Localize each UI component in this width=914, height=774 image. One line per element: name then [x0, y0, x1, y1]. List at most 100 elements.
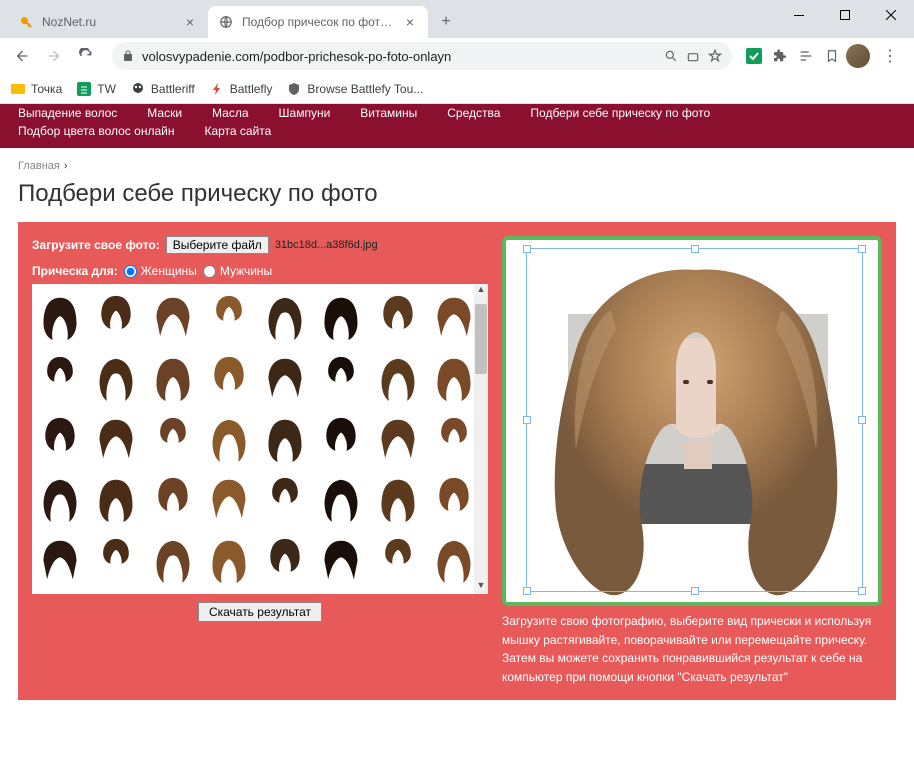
- browser-chrome: NozNet.ru × Подбор причесок по фото онла…: [0, 0, 914, 104]
- download-result-button[interactable]: Скачать результат: [198, 602, 322, 622]
- hairstyle-thumb[interactable]: [317, 349, 365, 407]
- hairstyle-thumb[interactable]: [430, 349, 478, 407]
- resize-handle[interactable]: [691, 587, 699, 595]
- hairstyle-thumb[interactable]: [317, 410, 365, 468]
- hairstyle-thumb[interactable]: [92, 470, 140, 528]
- nav-sitemap[interactable]: Карта сайта: [204, 124, 271, 138]
- hairstyle-thumb[interactable]: [149, 470, 197, 528]
- puzzle-icon[interactable]: [770, 46, 790, 66]
- bookmark-battleriff[interactable]: Battleriff: [130, 81, 195, 97]
- hairstyle-thumb[interactable]: [36, 470, 84, 528]
- resize-handle[interactable]: [523, 245, 531, 253]
- favicon-wrench-icon: [18, 14, 34, 30]
- hairstyle-thumb[interactable]: [317, 531, 365, 589]
- hairstyle-thumb[interactable]: [92, 531, 140, 589]
- nav-color-online[interactable]: Подбор цвета волос онлайн: [18, 124, 174, 138]
- hairstyle-thumb[interactable]: [205, 531, 253, 589]
- search-icon[interactable]: [664, 49, 678, 63]
- gender-male-label[interactable]: Мужчины: [220, 264, 272, 278]
- hairstyle-thumb[interactable]: [317, 470, 365, 528]
- close-window-button[interactable]: [868, 0, 914, 30]
- resize-handle[interactable]: [523, 416, 531, 424]
- back-button[interactable]: [8, 42, 36, 70]
- hairstyle-thumb[interactable]: [374, 349, 422, 407]
- bookmark-icon[interactable]: [822, 46, 842, 66]
- hairstyle-thumb[interactable]: [261, 531, 309, 589]
- hairstyle-thumb[interactable]: [430, 470, 478, 528]
- tab-hairstyle[interactable]: Подбор причесок по фото онлайн ×: [208, 6, 428, 38]
- bookmark-tw[interactable]: TW: [76, 81, 116, 97]
- menu-button[interactable]: ⋮: [874, 46, 906, 66]
- hairstyle-thumb[interactable]: [36, 531, 84, 589]
- breadcrumb-home[interactable]: Главная: [18, 160, 60, 172]
- close-icon[interactable]: ×: [402, 14, 418, 30]
- gender-female-radio[interactable]: [124, 265, 137, 278]
- hairstyle-thumb[interactable]: [149, 410, 197, 468]
- bookmark-battlefy[interactable]: Browse Battlefy Tou...: [286, 81, 423, 97]
- bookmark-battlefly[interactable]: Battlefly: [209, 81, 273, 97]
- gender-female-label[interactable]: Женщины: [141, 264, 197, 278]
- resize-handle[interactable]: [858, 416, 866, 424]
- hairstyle-thumb[interactable]: [92, 410, 140, 468]
- nav-masks[interactable]: Маски: [147, 106, 182, 120]
- hairstyle-thumb[interactable]: [205, 349, 253, 407]
- hairstyle-thumb[interactable]: [92, 288, 140, 346]
- new-tab-button[interactable]: +: [432, 8, 460, 36]
- hairstyle-thumb[interactable]: [374, 288, 422, 346]
- hairstyle-thumb[interactable]: [205, 288, 253, 346]
- nav-hairstyle-photo[interactable]: Подбери себе прическу по фото: [530, 106, 710, 120]
- hairstyle-thumb[interactable]: [149, 288, 197, 346]
- scrollbar[interactable]: ▲ ▼: [474, 284, 488, 594]
- forward-button[interactable]: [40, 42, 68, 70]
- hairstyle-thumb[interactable]: [374, 470, 422, 528]
- hairstyle-thumb[interactable]: [374, 531, 422, 589]
- nav-remedies[interactable]: Средства: [447, 106, 500, 120]
- hairstyle-thumb[interactable]: [317, 288, 365, 346]
- resize-handle[interactable]: [523, 587, 531, 595]
- avatar[interactable]: [846, 44, 870, 68]
- resize-handle[interactable]: [691, 245, 699, 253]
- hairstyle-thumb[interactable]: [205, 470, 253, 528]
- list-icon[interactable]: [796, 46, 816, 66]
- share-icon[interactable]: [686, 49, 700, 63]
- scroll-down-icon[interactable]: ▼: [474, 580, 488, 594]
- hairstyle-thumb[interactable]: [430, 410, 478, 468]
- choose-file-button[interactable]: Выберите файл: [166, 236, 269, 254]
- hairstyle-thumb[interactable]: [261, 410, 309, 468]
- nav-shampoos[interactable]: Шампуни: [279, 106, 331, 120]
- minimize-button[interactable]: [776, 0, 822, 30]
- scroll-thumb[interactable]: [475, 304, 487, 374]
- resize-handle[interactable]: [858, 245, 866, 253]
- hairstyle-thumb[interactable]: [261, 470, 309, 528]
- scroll-up-icon[interactable]: ▲: [474, 284, 488, 298]
- hairstyle-thumb[interactable]: [430, 531, 478, 589]
- extension-check-icon[interactable]: [744, 46, 764, 66]
- gender-male-radio[interactable]: [203, 265, 216, 278]
- nav-vitamins[interactable]: Витамины: [360, 106, 417, 120]
- star-icon[interactable]: [708, 49, 722, 63]
- maximize-button[interactable]: [822, 0, 868, 30]
- address-bar[interactable]: volosvypadenie.com/podbor-prichesok-po-f…: [112, 42, 732, 70]
- hairstyle-thumb[interactable]: [36, 288, 84, 346]
- chevron-right-icon: ›: [64, 160, 68, 172]
- preview-canvas[interactable]: [502, 236, 882, 606]
- hairstyle-thumb[interactable]: [205, 410, 253, 468]
- hairstyle-thumb[interactable]: [261, 349, 309, 407]
- hairstyle-thumb[interactable]: [36, 410, 84, 468]
- reload-button[interactable]: [72, 42, 100, 70]
- nav-oils[interactable]: Масла: [212, 106, 248, 120]
- selection-box[interactable]: [526, 248, 863, 592]
- hairstyle-thumb[interactable]: [430, 288, 478, 346]
- hairstyle-thumb[interactable]: [149, 349, 197, 407]
- hairstyle-thumb[interactable]: [36, 349, 84, 407]
- hairstyle-thumb[interactable]: [92, 349, 140, 407]
- hairstyle-thumb[interactable]: [374, 410, 422, 468]
- folder-icon: [10, 81, 26, 97]
- bookmark-tochka[interactable]: Точка: [10, 81, 62, 97]
- nav-hairloss[interactable]: Выпадение волос: [18, 106, 117, 120]
- hairstyle-thumb[interactable]: [149, 531, 197, 589]
- tab-noznet[interactable]: NozNet.ru ×: [8, 6, 208, 38]
- hairstyle-thumb[interactable]: [261, 288, 309, 346]
- resize-handle[interactable]: [858, 587, 866, 595]
- close-icon[interactable]: ×: [182, 14, 198, 30]
